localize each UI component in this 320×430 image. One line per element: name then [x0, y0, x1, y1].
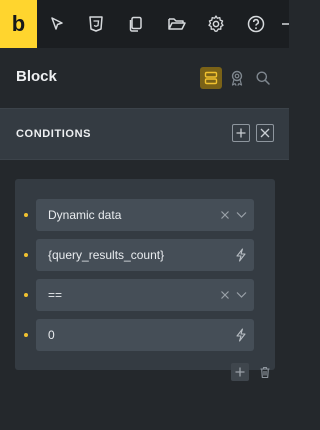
app-logo[interactable]: b [0, 0, 37, 48]
chevron-down-icon[interactable] [234, 287, 248, 303]
add-condition-button[interactable] [231, 363, 249, 381]
compare-operator-select[interactable]: == [36, 279, 254, 311]
badge-icon[interactable] [226, 67, 248, 89]
css3-icon[interactable] [84, 12, 108, 36]
dynamic-data-bolt-icon[interactable] [234, 327, 248, 343]
delete-condition-button[interactable] [256, 363, 274, 381]
more-icon[interactable] [280, 12, 289, 36]
gear-icon[interactable] [204, 12, 228, 36]
conditions-icon[interactable] [200, 67, 222, 89]
condition-row-compare: == [15, 279, 275, 311]
page-title: Block [16, 68, 57, 85]
add-condition-set-button[interactable] [232, 124, 250, 142]
close-icon [260, 128, 270, 138]
conditions-title: CONDITIONS [16, 128, 92, 140]
dynamic-data-select[interactable]: Dynamic data [36, 199, 254, 231]
clear-icon[interactable] [218, 287, 232, 303]
chevron-down-icon[interactable] [234, 207, 248, 223]
clear-icon[interactable] [218, 207, 232, 223]
folder-icon[interactable] [165, 12, 189, 36]
dynamic-data-bolt-icon[interactable] [234, 247, 248, 263]
row-bullet [24, 213, 28, 217]
trash-icon [260, 366, 270, 378]
row-bullet [24, 333, 28, 337]
pages-icon[interactable] [124, 12, 148, 36]
input-value: {query_results_count} [48, 248, 165, 262]
conditions-section-header[interactable]: CONDITIONS [0, 108, 289, 160]
input-value: 0 [48, 328, 55, 342]
condition-group: Dynamic data {query_results_count} == 0 [15, 179, 275, 370]
close-conditions-button[interactable] [256, 124, 274, 142]
row-bullet [24, 253, 28, 257]
cursor-icon[interactable] [45, 12, 69, 36]
condition-row-dynamic: {query_results_count} [15, 239, 275, 271]
plus-icon [235, 367, 245, 377]
row-bullet [24, 293, 28, 297]
select-value: == [48, 288, 63, 302]
value-input[interactable]: 0 [36, 319, 254, 351]
plus-icon [236, 128, 246, 138]
search-icon[interactable] [252, 67, 274, 89]
panel-header: Block [0, 48, 289, 108]
top-toolbar: b [0, 0, 289, 48]
condition-row-value: 0 [15, 319, 275, 351]
help-icon[interactable] [244, 12, 268, 36]
condition-row-key: Dynamic data [15, 199, 275, 231]
dynamic-tag-input[interactable]: {query_results_count} [36, 239, 254, 271]
select-value: Dynamic data [48, 208, 122, 222]
